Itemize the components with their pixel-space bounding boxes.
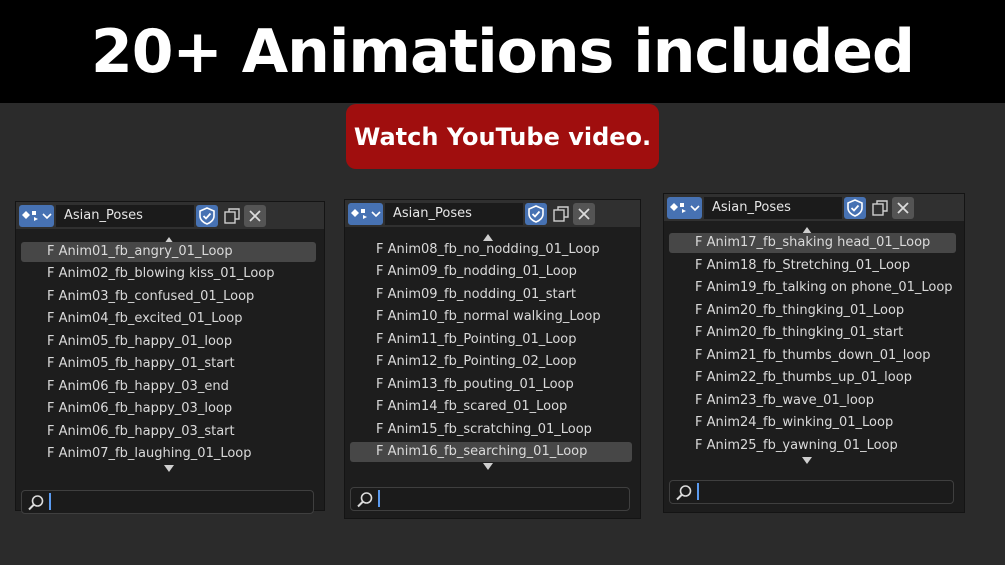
- list-item[interactable]: F Anim22_fb_thumbs_up_01_loop: [669, 368, 956, 388]
- list-item[interactable]: F Anim08_fb_no_nodding_01_Loop: [350, 240, 632, 260]
- list-item[interactable]: F Anim07_fb_laughing_01_Loop: [21, 444, 316, 464]
- list-item[interactable]: F Anim09_fb_nodding_01_start: [350, 285, 632, 305]
- fake-user-button[interactable]: [196, 205, 218, 227]
- list-item[interactable]: F Anim10_fb_normal walking_Loop: [350, 307, 632, 327]
- list-item[interactable]: F Anim05_fb_happy_01_loop: [21, 332, 316, 352]
- list-item[interactable]: F Anim20_fb_thingking_01_start: [669, 323, 956, 343]
- panel-header: Asian_Poses: [664, 194, 964, 221]
- list-item[interactable]: F Anim25_fb_yawning_01_Loop: [669, 436, 956, 456]
- text-cursor: [697, 483, 699, 500]
- panel-header: Asian_Poses: [345, 200, 640, 227]
- list-item[interactable]: F Anim11_fb_Pointing_01_Loop: [350, 330, 632, 350]
- action-icon: [22, 211, 52, 221]
- panel-header: Asian_Poses: [16, 202, 324, 229]
- search-field[interactable]: [21, 490, 314, 514]
- list-item[interactable]: F Anim19_fb_talking on phone_01_Loop: [669, 278, 956, 298]
- list-item[interactable]: F Anim23_fb_wave_01_loop: [669, 391, 956, 411]
- search-icon: [676, 485, 692, 501]
- action-panel-1: Asian_Poses F Anim01_fb_angry_01_Loop F …: [15, 201, 325, 514]
- close-icon: [897, 202, 909, 214]
- list-item[interactable]: F Anim06_fb_happy_03_start: [21, 422, 316, 442]
- list-item[interactable]: F Anim01_fb_angry_01_Loop: [21, 242, 316, 262]
- list-item[interactable]: F Anim04_fb_excited_01_Loop: [21, 309, 316, 329]
- action-name-field[interactable]: Asian_Poses: [704, 197, 842, 219]
- unlink-action-button[interactable]: [244, 205, 266, 227]
- fake-user-button[interactable]: [525, 203, 547, 225]
- list-item[interactable]: F Anim21_fb_thumbs_down_01_loop: [669, 346, 956, 366]
- action-type-button[interactable]: [667, 197, 702, 219]
- list-item[interactable]: F Anim20_fb_thingking_01_Loop: [669, 301, 956, 321]
- duplicate-action-button[interactable]: [221, 205, 243, 227]
- unlink-action-button[interactable]: [892, 197, 914, 219]
- fake-user-shield-icon: [847, 199, 863, 217]
- list-item[interactable]: F Anim24_fb_winking_01_Loop: [669, 413, 956, 433]
- chevron-down-icon: [42, 213, 52, 220]
- search-field[interactable]: [669, 480, 954, 504]
- action-icon: [351, 209, 381, 219]
- action-name-field[interactable]: Asian_Poses: [56, 205, 194, 227]
- fake-user-button[interactable]: [844, 197, 866, 219]
- list-item[interactable]: F Anim18_fb_Stretching_01_Loop: [669, 256, 956, 276]
- search-field[interactable]: [350, 487, 630, 511]
- action-icon: [670, 203, 700, 213]
- fake-user-shield-icon: [199, 207, 215, 225]
- list-item[interactable]: F Anim06_fb_happy_03_end: [21, 377, 316, 397]
- search-icon: [357, 492, 373, 508]
- banner-title: 20+ Animations included: [91, 16, 915, 87]
- close-icon: [578, 208, 590, 220]
- duplicate-action-button[interactable]: [869, 197, 891, 219]
- list-item[interactable]: F Anim09_fb_nodding_01_Loop: [350, 262, 632, 282]
- action-panel-3: Asian_Poses F Anim17_fb_shaking head_01_…: [663, 193, 965, 513]
- duplicate-icon: [872, 200, 888, 216]
- title-banner: 20+ Animations included: [0, 0, 1005, 103]
- list-item[interactable]: F Anim12_fb_Pointing_02_Loop: [350, 352, 632, 372]
- list-item[interactable]: F Anim03_fb_confused_01_Loop: [21, 287, 316, 307]
- scroll-down-icon[interactable]: [164, 465, 174, 472]
- list-item[interactable]: F Anim16_fb_searching_01_Loop: [350, 442, 632, 462]
- text-cursor: [49, 493, 51, 510]
- scroll-down-icon[interactable]: [483, 463, 493, 470]
- chevron-down-icon: [690, 205, 700, 212]
- action-panel-2: Asian_Poses F Anim08_fb_no_nodding_01_Lo…: [344, 199, 641, 519]
- list-item[interactable]: F Anim17_fb_shaking head_01_Loop: [669, 233, 956, 253]
- text-cursor: [378, 490, 380, 507]
- duplicate-action-button[interactable]: [550, 203, 572, 225]
- scroll-down-icon[interactable]: [802, 457, 812, 464]
- action-name-field[interactable]: Asian_Poses: [385, 203, 523, 225]
- fake-user-shield-icon: [528, 205, 544, 223]
- chevron-down-icon: [371, 211, 381, 218]
- list-item[interactable]: F Anim02_fb_blowing kiss_01_Loop: [21, 264, 316, 284]
- list-item[interactable]: F Anim15_fb_scratching_01_Loop: [350, 420, 632, 440]
- close-icon: [249, 210, 261, 222]
- list-item[interactable]: F Anim14_fb_scared_01_Loop: [350, 397, 632, 417]
- search-icon: [28, 495, 44, 511]
- action-type-button[interactable]: [348, 203, 383, 225]
- list-item[interactable]: F Anim13_fb_pouting_01_Loop: [350, 375, 632, 395]
- watch-youtube-button[interactable]: Watch YouTube video.: [346, 104, 659, 169]
- action-type-button[interactable]: [19, 205, 54, 227]
- duplicate-icon: [224, 208, 240, 224]
- duplicate-icon: [553, 206, 569, 222]
- list-item[interactable]: F Anim05_fb_happy_01_start: [21, 354, 316, 374]
- list-item[interactable]: F Anim06_fb_happy_03_loop: [21, 399, 316, 419]
- unlink-action-button[interactable]: [573, 203, 595, 225]
